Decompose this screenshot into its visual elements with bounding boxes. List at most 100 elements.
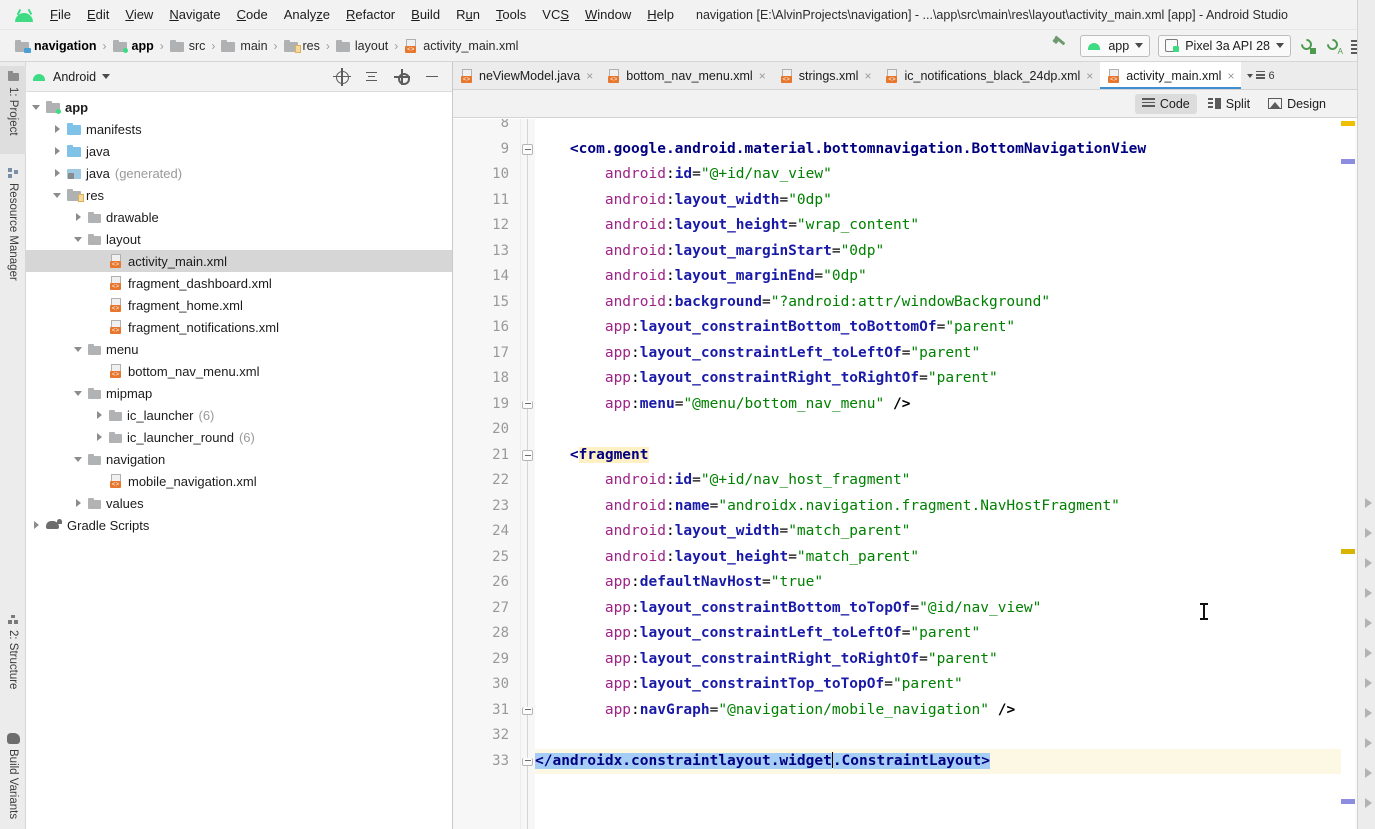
breadcrumb-item-res[interactable]: res bbox=[281, 37, 323, 55]
code-line[interactable]: 22 android:id="@+id/nav_host_fragment" bbox=[492, 468, 1375, 494]
collapse-all-icon[interactable] bbox=[364, 69, 380, 85]
close-icon[interactable]: × bbox=[864, 69, 871, 83]
tree-item-res[interactable]: res bbox=[26, 184, 452, 206]
tree-item-fragment-home-xml[interactable]: <> fragment_home.xml bbox=[26, 294, 452, 316]
tree-item-manifests[interactable]: manifests bbox=[26, 118, 452, 140]
gear-icon[interactable] bbox=[394, 68, 410, 85]
code-line[interactable]: 16 app:layout_constraintBottom_toBottomO… bbox=[492, 315, 1375, 341]
chevron-down-icon[interactable] bbox=[72, 342, 86, 356]
chevron-right-icon[interactable] bbox=[72, 210, 86, 224]
menu-navigate[interactable]: Navigate bbox=[161, 4, 228, 25]
device-selector[interactable]: Pixel 3a API 28 bbox=[1158, 34, 1291, 57]
menu-run[interactable]: Run bbox=[448, 4, 488, 25]
tree-item-mipmap[interactable]: mipmap bbox=[26, 382, 452, 404]
chevron-right-icon[interactable] bbox=[72, 496, 86, 510]
menu-help[interactable]: Help bbox=[639, 4, 682, 25]
menu-build[interactable]: Build bbox=[403, 4, 448, 25]
fold-end-icon[interactable] bbox=[522, 706, 533, 715]
code-line[interactable]: 9 <com.google.android.material.bottomnav… bbox=[501, 137, 1375, 163]
chevron-down-icon[interactable] bbox=[102, 74, 111, 79]
chevron-right-icon[interactable] bbox=[51, 122, 65, 136]
code-line[interactable]: 24 android:layout_width="match_parent" bbox=[492, 519, 1375, 545]
menu-analyze[interactable]: Analyze bbox=[276, 4, 338, 25]
chevron-right-icon[interactable] bbox=[30, 518, 44, 532]
code-line[interactable]: 30 app:layout_constraintTop_toTopOf="par… bbox=[492, 672, 1375, 698]
fold-end-icon[interactable] bbox=[522, 757, 533, 766]
breadcrumb-item-main[interactable]: main bbox=[218, 37, 270, 55]
code-editor[interactable]: 8 9 <com.google.android.material.bottomna… bbox=[453, 119, 1375, 829]
tree-item-fragment-notifications-xml[interactable]: <> fragment_notifications.xml bbox=[26, 316, 452, 338]
code-line[interactable]: 13 android:layout_marginStart="0dp" bbox=[492, 239, 1375, 265]
fold-collapse-icon[interactable] bbox=[522, 143, 533, 155]
code-line[interactable]: 19 app:menu="@menu/bottom_nav_menu" /> bbox=[492, 392, 1375, 418]
tree-item-bottom-nav-menu-xml[interactable]: <> bottom_nav_menu.xml bbox=[26, 360, 452, 382]
editor-tab-ic-notifications-black-24dp-xml[interactable]: <> ic_notifications_black_24dp.xml × bbox=[878, 62, 1101, 89]
menu-tools[interactable]: Tools bbox=[488, 4, 534, 25]
code-line[interactable]: 21 <fragment bbox=[492, 443, 1375, 469]
error-marker-strip[interactable] bbox=[1341, 119, 1355, 829]
editor-tab-neviewmodel-java[interactable]: <> neViewModel.java × bbox=[453, 62, 601, 89]
menu-file[interactable]: File bbox=[42, 4, 79, 25]
tab-code-view[interactable]: Code bbox=[1134, 93, 1197, 114]
editor-tab-activity-main-xml[interactable]: <> activity_main.xml × bbox=[1100, 62, 1242, 89]
tab-design-view[interactable]: Design bbox=[1261, 94, 1333, 114]
close-icon[interactable]: × bbox=[586, 69, 593, 83]
tree-item-drawable[interactable]: drawable bbox=[26, 206, 452, 228]
code-line[interactable]: 8 bbox=[501, 119, 1375, 137]
code-line[interactable]: 20 bbox=[492, 417, 1375, 443]
tree-item-gradle-scripts[interactable]: Gradle Scripts bbox=[26, 514, 452, 536]
editor-tab-overflow[interactable]: 6 bbox=[1241, 62, 1280, 89]
chevron-down-icon[interactable] bbox=[30, 100, 44, 114]
menu-edit[interactable]: Edit bbox=[79, 4, 117, 25]
tree-item-ic-launcher[interactable]: ic_launcher (6) bbox=[26, 404, 452, 426]
sidebar-item-build-variants[interactable]: Build Variants bbox=[0, 727, 26, 829]
code-line[interactable]: 11 android:layout_width="0dp" bbox=[492, 188, 1375, 214]
menu-code[interactable]: Code bbox=[229, 4, 276, 25]
code-line[interactable]: 26 app:defaultNavHost="true" bbox=[492, 570, 1375, 596]
fold-end-icon[interactable] bbox=[522, 400, 533, 409]
close-icon[interactable]: × bbox=[1227, 69, 1234, 83]
run-configuration-selector[interactable]: app bbox=[1080, 34, 1151, 57]
breadcrumb-item-app[interactable]: app bbox=[110, 37, 157, 55]
editor-marker[interactable] bbox=[1341, 549, 1355, 554]
code-line[interactable]: 28 app:layout_constraintLeft_toLeftOf="p… bbox=[492, 621, 1375, 647]
editor-marker[interactable] bbox=[1341, 799, 1355, 804]
editor-marker[interactable] bbox=[1341, 121, 1355, 126]
tree-item-navigation[interactable]: navigation bbox=[26, 448, 452, 470]
editor-tab-bottom-nav-menu-xml[interactable]: <> bottom_nav_menu.xml × bbox=[600, 62, 773, 89]
code-line[interactable]: 33 </androidx.constraintlayout.widget.Con… bbox=[492, 748, 1375, 774]
tree-item-java[interactable]: java bbox=[26, 140, 452, 162]
breadcrumb-item-src[interactable]: src bbox=[167, 37, 209, 55]
editor-marker[interactable] bbox=[1341, 159, 1355, 164]
tree-item-fragment-dashboard-xml[interactable]: <> fragment_dashboard.xml bbox=[26, 272, 452, 294]
chevron-down-icon[interactable] bbox=[51, 188, 65, 202]
tree-item-menu[interactable]: menu bbox=[26, 338, 452, 360]
code-line[interactable]: 18 app:layout_constraintRight_toRightOf=… bbox=[492, 366, 1375, 392]
code-line[interactable]: 17 app:layout_constraintLeft_toLeftOf="p… bbox=[492, 341, 1375, 367]
right-tool-strip[interactable] bbox=[1357, 0, 1375, 829]
sidebar-item-project[interactable]: 1: Project bbox=[0, 66, 26, 154]
tab-split-view[interactable]: Split bbox=[1201, 94, 1257, 114]
code-folding-column[interactable] bbox=[521, 119, 535, 829]
chevron-right-icon[interactable] bbox=[93, 430, 107, 444]
code-lines[interactable]: 8 9 <com.google.android.material.bottomna… bbox=[492, 119, 1375, 774]
tree-item-java[interactable]: java (generated) bbox=[26, 162, 452, 184]
chevron-right-icon[interactable] bbox=[93, 408, 107, 422]
menu-window[interactable]: Window bbox=[577, 4, 639, 25]
code-line[interactable]: 23 android:name="androidx.navigation.fra… bbox=[492, 494, 1375, 520]
code-line[interactable]: 27 app:layout_constraintBottom_toTopOf="… bbox=[492, 596, 1375, 622]
close-icon[interactable]: × bbox=[1086, 69, 1093, 83]
menu-view[interactable]: View bbox=[117, 4, 161, 25]
code-line[interactable]: 31 app:navGraph="@navigation/mobile_navi… bbox=[492, 698, 1375, 724]
tree-item-ic-launcher-round[interactable]: ic_launcher_round (6) bbox=[26, 426, 452, 448]
tree-item-layout[interactable]: layout bbox=[26, 228, 452, 250]
code-line[interactable]: 25 android:layout_height="match_parent" bbox=[492, 545, 1375, 571]
menu-vcs[interactable]: VCS bbox=[534, 4, 577, 25]
menu-refactor[interactable]: Refactor bbox=[338, 4, 403, 25]
code-line[interactable]: 10 android:id="@+id/nav_view" bbox=[492, 162, 1375, 188]
sidebar-item-structure[interactable]: 2: Structure bbox=[0, 609, 26, 717]
editor-tab-strings-xml[interactable]: <> strings.xml × bbox=[772, 62, 879, 89]
code-line[interactable]: 12 android:layout_height="wrap_content" bbox=[492, 213, 1375, 239]
close-icon[interactable]: × bbox=[759, 69, 766, 83]
breadcrumb-item-layout[interactable]: layout bbox=[333, 37, 391, 55]
